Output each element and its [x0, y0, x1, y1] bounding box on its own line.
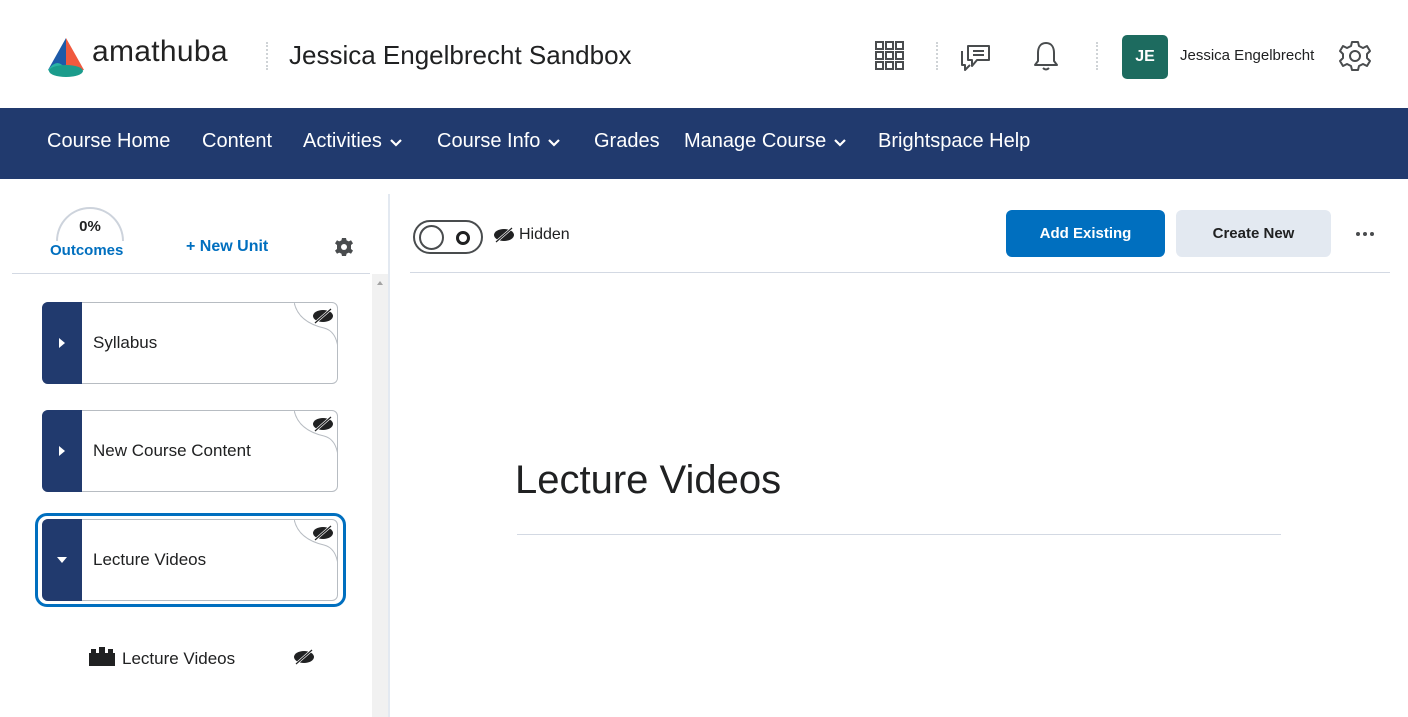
- nav-course-home[interactable]: Course Home: [47, 130, 170, 153]
- sidebar-divider: [12, 273, 370, 274]
- unit-expand-toggle[interactable]: [42, 302, 82, 384]
- caret-down-icon: [57, 557, 67, 563]
- bell-icon[interactable]: [1026, 36, 1066, 76]
- lesson-blocks-icon: [88, 645, 116, 672]
- nav-grades[interactable]: Grades: [594, 130, 660, 153]
- nav-brightspace-help[interactable]: Brightspace Help: [878, 130, 1030, 153]
- unit-expand-toggle[interactable]: [42, 410, 82, 492]
- brand-name[interactable]: amathuba: [92, 35, 228, 69]
- avatar[interactable]: JE: [1122, 35, 1168, 79]
- course-title[interactable]: Jessica Engelbrecht Sandbox: [289, 40, 632, 71]
- new-unit-button[interactable]: + New Unit: [186, 238, 268, 256]
- unit-label: New Course Content: [93, 441, 251, 460]
- toggle-knob: [419, 225, 444, 250]
- create-new-button[interactable]: Create New: [1176, 210, 1331, 257]
- unit-card-syllabus[interactable]: Syllabus: [42, 302, 338, 384]
- hidden-eye-icon: [292, 648, 316, 671]
- grid-icon[interactable]: [870, 36, 910, 76]
- outcomes-link[interactable]: Outcomes: [50, 242, 123, 259]
- hidden-eye-icon: [311, 307, 335, 330]
- page-title: Lecture Videos: [515, 458, 782, 502]
- hidden-eye-icon: [492, 226, 516, 249]
- visibility-toggle[interactable]: [413, 220, 483, 254]
- unit-label: Lecture Videos: [93, 550, 207, 569]
- caret-right-icon: [59, 338, 65, 348]
- more-options-icon[interactable]: [1350, 222, 1380, 246]
- settings-gear-icon[interactable]: [1335, 36, 1375, 76]
- user-name[interactable]: Jessica Engelbrecht: [1180, 47, 1314, 64]
- nav-manage-course[interactable]: Manage Course: [684, 130, 847, 153]
- chevron-down-icon: [834, 130, 847, 153]
- header: amathuba Jessica Engelbrecht Sandbox JE …: [0, 0, 1408, 108]
- outcomes-percent: 0%: [79, 218, 101, 235]
- scroll-up-arrow-icon[interactable]: [377, 281, 383, 285]
- hidden-eye-icon: [311, 524, 335, 547]
- course-navbar: Course Home Content Activities Course In…: [0, 108, 1408, 179]
- title-divider: [517, 534, 1281, 535]
- chat-icon[interactable]: [956, 36, 996, 76]
- toggle-off-indicator: [456, 231, 470, 245]
- unit-collapse-toggle[interactable]: [42, 519, 82, 601]
- nav-activities[interactable]: Activities: [303, 130, 402, 153]
- chevron-down-icon: [548, 130, 561, 153]
- nav-content[interactable]: Content: [202, 130, 272, 153]
- toolbar-divider: [410, 272, 1390, 273]
- unit-card-new-course-content[interactable]: New Course Content: [42, 410, 338, 492]
- add-existing-button[interactable]: Add Existing: [1006, 210, 1165, 257]
- unit-label: Syllabus: [93, 333, 158, 352]
- visibility-status: Hidden: [519, 226, 570, 243]
- header-separator: [1096, 42, 1098, 70]
- chevron-down-icon: [390, 130, 402, 153]
- sidebar-sub-item-lecture-videos[interactable]: Lecture Videos: [122, 649, 235, 669]
- header-separator: [936, 42, 938, 70]
- nav-course-info[interactable]: Course Info: [437, 130, 561, 153]
- amathuba-logo-icon[interactable]: [44, 34, 88, 78]
- hidden-eye-icon: [311, 415, 335, 438]
- unit-card-lecture-videos[interactable]: Lecture Videos: [42, 519, 338, 601]
- sidebar-settings-gear-icon[interactable]: [334, 237, 354, 257]
- panel-divider[interactable]: [388, 194, 390, 717]
- caret-right-icon: [59, 446, 65, 456]
- sidebar-scrollbar[interactable]: [372, 274, 388, 717]
- header-separator: [266, 42, 268, 70]
